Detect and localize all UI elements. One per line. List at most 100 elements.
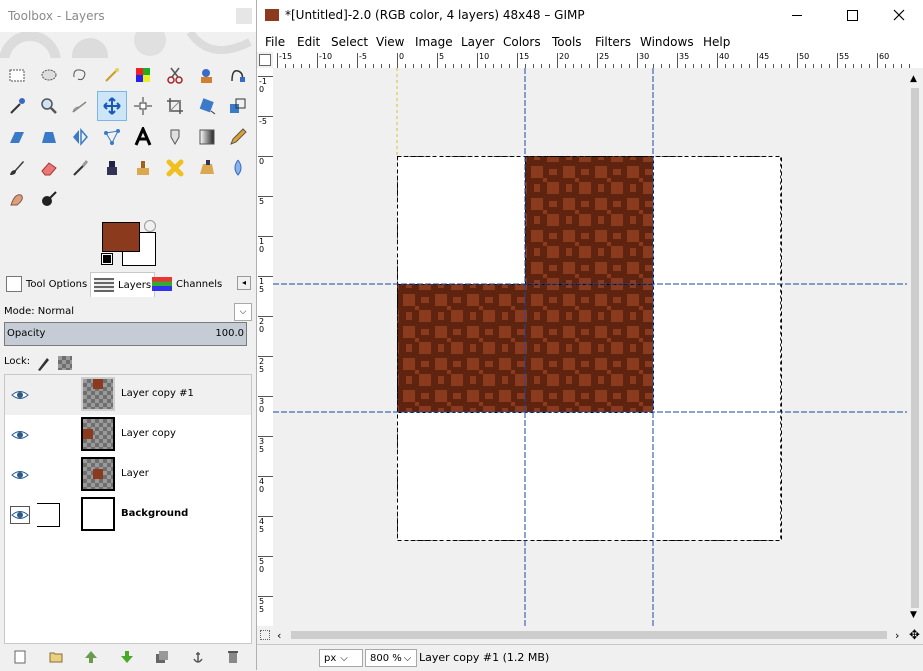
tool-free-select[interactable] <box>65 60 95 90</box>
tool-heal-bandaid[interactable] <box>160 153 190 183</box>
image-canvas[interactable] <box>273 68 907 626</box>
canvas-area[interactable] <box>273 68 907 626</box>
chevron-right-icon[interactable]: › <box>895 629 899 642</box>
eye-icon[interactable] <box>10 506 30 524</box>
layer-thumbnail[interactable] <box>81 377 115 411</box>
tool-ellipse-select[interactable] <box>34 60 64 90</box>
close-icon[interactable] <box>893 9 905 21</box>
vertical-scrollbar[interactable]: ▲ ▼ <box>907 68 923 626</box>
tool-paintbrush[interactable] <box>2 153 32 183</box>
scroll-thumb[interactable] <box>291 631 887 639</box>
tool-dodge-burn[interactable] <box>34 184 64 214</box>
tool-scissors-select[interactable] <box>160 60 190 90</box>
default-colors-icon[interactable] <box>101 253 113 265</box>
menu-tools[interactable]: Tools <box>552 35 582 49</box>
swap-colors-icon[interactable] <box>144 220 156 232</box>
tool-foreground-select[interactable] <box>192 60 222 90</box>
layer-thumbnail[interactable] <box>81 457 115 491</box>
tab-tool-options[interactable]: Tool Options <box>6 272 87 296</box>
eye-icon[interactable] <box>11 467 29 483</box>
horizontal-ruler[interactable]: -15 -10 -5 0 5 10 15 20 25 30 35 40 45 50 55 60 <box>273 52 923 69</box>
tool-scale[interactable] <box>223 91 253 121</box>
tool-paths[interactable] <box>223 60 253 90</box>
menu-help[interactable]: Help <box>703 35 730 49</box>
lock-alpha-icon[interactable] <box>58 356 72 370</box>
tool-pencil[interactable] <box>223 122 253 152</box>
tool-ink[interactable] <box>97 153 127 183</box>
tool-shear[interactable] <box>2 122 32 152</box>
tool-crop[interactable] <box>160 91 190 121</box>
maximize-icon[interactable] <box>847 10 858 21</box>
tool-blur[interactable] <box>223 153 253 183</box>
new-layer-icon[interactable] <box>12 649 28 665</box>
navigate-icon[interactable]: ✥ <box>909 628 920 643</box>
menu-colors[interactable]: Colors <box>503 35 541 49</box>
menu-filters[interactable]: Filters <box>595 35 631 49</box>
quick-mask-toggle-icon[interactable] <box>259 54 271 66</box>
layer-row[interactable]: Layer copy <box>5 415 251 455</box>
chevron-down-icon[interactable]: ▼ <box>910 610 917 620</box>
eye-icon[interactable] <box>11 387 29 403</box>
menu-image[interactable]: Image <box>415 35 453 49</box>
menu-view[interactable]: View <box>376 35 404 49</box>
tool-flip[interactable] <box>65 122 95 152</box>
eye-icon[interactable] <box>11 427 29 443</box>
tool-measure[interactable] <box>65 91 95 121</box>
tool-perspective-clone[interactable] <box>192 153 222 183</box>
tool-airbrush[interactable] <box>65 153 95 183</box>
layer-thumbnail[interactable] <box>81 497 115 531</box>
tool-fuzzy-select[interactable] <box>97 60 127 90</box>
lock-pixels-icon[interactable] <box>34 354 52 372</box>
layer-row[interactable]: Layer copy #1 <box>5 375 251 415</box>
tool-align[interactable] <box>128 91 158 121</box>
unit-selector[interactable]: px ⌵ <box>319 649 363 667</box>
tool-heal[interactable] <box>160 122 190 152</box>
tab-channels[interactable]: Channels <box>152 272 222 296</box>
tool-smudge[interactable] <box>2 184 32 214</box>
menu-edit[interactable]: Edit <box>297 35 320 49</box>
tool-clone[interactable] <box>128 153 158 183</box>
foreground-color-swatch[interactable] <box>102 222 140 252</box>
tool-blend[interactable] <box>192 122 222 152</box>
tool-move[interactable] <box>96 91 127 121</box>
layer-row[interactable]: Background <box>5 495 251 535</box>
menu-layer[interactable]: Layer <box>461 35 494 49</box>
configure-tab-icon[interactable]: ◂ <box>237 276 251 290</box>
menu-select[interactable]: Select <box>331 35 368 49</box>
anchor-layer-icon[interactable] <box>190 649 206 665</box>
scroll-thumb[interactable] <box>911 88 919 608</box>
tab-layers[interactable]: Layers <box>90 272 156 297</box>
close-icon[interactable] <box>236 8 252 24</box>
color-picker-icon <box>10 98 25 114</box>
zoom-selector[interactable]: 800 % ⌵ <box>365 649 417 667</box>
tool-zoom[interactable] <box>34 91 64 121</box>
layer-row[interactable]: Layer <box>5 455 251 495</box>
opacity-slider[interactable]: Opacity 100.0 <box>4 322 247 346</box>
text-icon <box>135 127 152 146</box>
chevron-left-icon[interactable]: ‹ <box>277 629 281 642</box>
lower-layer-icon[interactable] <box>119 649 135 665</box>
tool-color-select[interactable] <box>128 60 158 90</box>
menu-windows[interactable]: Windows <box>640 35 694 49</box>
ruler-tick <box>258 236 273 237</box>
layer-thumbnail[interactable] <box>81 417 115 451</box>
tool-eraser[interactable] <box>34 153 64 183</box>
minimize-icon[interactable] <box>792 15 802 16</box>
duplicate-layer-icon[interactable] <box>154 649 170 665</box>
vertical-ruler[interactable]: -10 -5 0 5 10 15 20 25 30 35 40 45 50 55 <box>257 68 274 626</box>
tool-color-picker[interactable] <box>2 91 32 121</box>
new-group-icon[interactable] <box>48 649 64 665</box>
tool-rect-select[interactable] <box>2 60 32 90</box>
layer-chain-area[interactable] <box>37 503 60 527</box>
tool-text[interactable] <box>128 122 158 152</box>
chevron-down-icon[interactable]: ⌵ <box>234 303 252 321</box>
delete-layer-icon[interactable] <box>225 649 241 665</box>
tool-cage[interactable] <box>97 122 127 152</box>
tool-rotate[interactable] <box>192 91 222 121</box>
chevron-up-icon[interactable]: ▲ <box>910 74 917 84</box>
horizontal-scrollbar[interactable]: ‹ › <box>273 626 907 644</box>
menu-file[interactable]: File <box>265 35 285 49</box>
tool-perspective[interactable] <box>34 122 64 152</box>
mode-selector[interactable]: Mode: Normal ⌵ <box>4 302 252 322</box>
raise-layer-icon[interactable] <box>83 649 99 665</box>
